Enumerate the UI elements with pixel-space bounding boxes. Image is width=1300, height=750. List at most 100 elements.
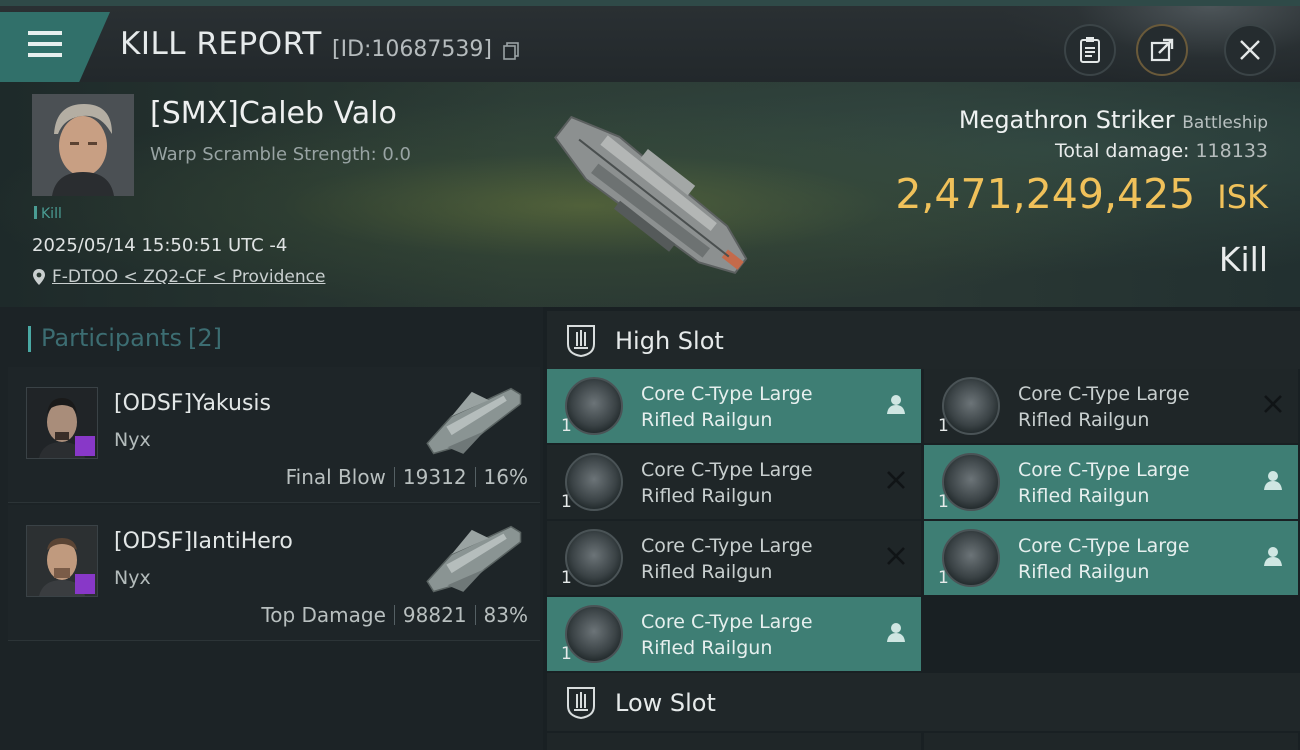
participant-avatar: [26, 525, 98, 597]
participant-role: Final Blow: [285, 465, 386, 489]
railgun-icon: [942, 529, 1000, 587]
module-quantity: 1: [561, 568, 572, 588]
module-name: Core C-Type Large Rifled Railgun: [1018, 457, 1190, 509]
participant-row[interactable]: [ODSF]Yakusis Nyx Final Blow 19312 16%: [8, 367, 540, 503]
participant-stats: Final Blow 19312 16%: [286, 465, 528, 489]
module-name-line2: Rifled Railgun: [1018, 561, 1150, 583]
share-button[interactable]: [1136, 24, 1188, 76]
module-quantity: 1: [561, 492, 572, 512]
module-name-line2: Rifled Railgun: [641, 637, 773, 659]
divider: [474, 605, 476, 625]
module-name: Core C-Type Large Rifled Railgun: [641, 381, 813, 433]
module-quantity: 1: [561, 416, 572, 436]
menu-button[interactable]: [0, 12, 110, 82]
module-name-line1: Core C-Type Large: [1018, 459, 1190, 481]
module-item[interactable]: 1 Core C-Type Large Rifled Railgun: [924, 445, 1298, 519]
copy-icon[interactable]: [503, 42, 519, 60]
kill-result: Kill: [1218, 240, 1268, 279]
page-title: KILL REPORT: [120, 26, 322, 62]
kill-datetime: 2025/05/14 15:50:51 UTC -4: [32, 235, 288, 256]
participant-row[interactable]: [ODSF]IantiHero Nyx Top Damage 98821 83%: [8, 505, 540, 641]
module-name: Core C-Type Large Rifled Railgun: [641, 533, 813, 585]
participant-ship: Nyx: [114, 429, 151, 451]
location-text[interactable]: F-DTOO < ZQ2-CF < Providence: [52, 267, 325, 287]
isk-value-row: 2,471,249,425 ISK: [895, 170, 1268, 218]
module-item[interactable]: 1 Core C-Type Large Rifled Railgun: [547, 597, 921, 671]
dropped-person-icon: [1264, 471, 1282, 490]
module-quantity: 1: [561, 644, 572, 664]
fitting-panel: High Slot 1 Core C-Type Large Rifled Rail…: [543, 307, 1300, 750]
location-pin-icon: [33, 269, 45, 285]
participant-percent: 16%: [483, 465, 528, 489]
participant-damage: 98821: [402, 603, 467, 627]
module-item[interactable]: 1 Core C-Type Large Rifled Railgun: [547, 521, 921, 595]
high-slot-icon: [567, 325, 595, 358]
module-name-line2: Rifled Railgun: [641, 561, 773, 583]
nyx-ship-icon: [426, 387, 522, 455]
location-link[interactable]: F-DTOO < ZQ2-CF < Providence: [32, 267, 325, 287]
divider: [393, 467, 395, 487]
kill-tag: Kill: [34, 206, 62, 222]
close-icon: [1240, 40, 1260, 60]
module-quantity: 1: [938, 416, 949, 436]
menu-icon-bar: [28, 42, 62, 46]
module-item[interactable]: 1 Core C-Type Large Rifled Railgun: [547, 445, 921, 519]
destroyed-x-icon: [1264, 395, 1282, 413]
victim-name[interactable]: [SMX]Caleb Valo: [150, 96, 397, 131]
module-name-line2: Rifled Railgun: [641, 485, 773, 507]
module-name-line2: Rifled Railgun: [641, 409, 773, 431]
module-name: Core C-Type Large Rifled Railgun: [1018, 381, 1190, 433]
module-name-line2: Rifled Railgun: [1018, 409, 1150, 431]
ship-name-text: Megathron Striker: [958, 106, 1175, 134]
module-item[interactable]: 1 Core C-Type Large Rifled Railgun: [547, 369, 921, 443]
participant-percent: 83%: [483, 603, 528, 627]
dropped-person-icon: [887, 395, 905, 414]
railgun-icon: [565, 453, 623, 511]
menu-icon: [28, 31, 62, 35]
high-slot-header: High Slot: [547, 311, 1300, 369]
participant-name[interactable]: [ODSF]Yakusis: [114, 391, 271, 416]
victim-banner: [SMX]Caleb Valo Warp Scramble Strength: …: [0, 82, 1300, 307]
low-slot-header: Low Slot: [547, 673, 1300, 731]
report-id: [ID:10687539]: [332, 37, 492, 62]
warp-scramble-strength: Warp Scramble Strength: 0.0: [150, 144, 412, 165]
module-item[interactable]: 1 Core C-Type Large Rifled Railgun: [924, 521, 1298, 595]
participant-ship: Nyx: [114, 567, 151, 589]
total-damage-label: Total damage:: [1055, 140, 1190, 162]
victim-portrait[interactable]: [32, 94, 134, 196]
participant-avatar: [26, 387, 98, 459]
alliance-badge-icon: [75, 574, 95, 594]
alliance-badge-icon: [75, 436, 95, 456]
railgun-icon: [942, 453, 1000, 511]
module-name-line1: Core C-Type Large: [641, 535, 813, 557]
dropped-person-icon: [1264, 547, 1282, 566]
railgun-icon: [565, 529, 623, 587]
module-item-partial[interactable]: [924, 733, 1298, 750]
nyx-ship-icon: [426, 525, 522, 593]
module-name-line1: Core C-Type Large: [1018, 383, 1190, 405]
participant-role: Top Damage: [261, 603, 386, 627]
participants-count: [2]: [187, 324, 222, 352]
module-name-line1: Core C-Type Large: [641, 611, 813, 633]
participants-header: Participants [2]: [28, 324, 222, 354]
module-name-line1: Core C-Type Large: [1018, 535, 1190, 557]
module-name: Core C-Type Large Rifled Railgun: [641, 609, 813, 661]
railgun-icon: [942, 377, 1000, 435]
module-quantity: 1: [938, 492, 949, 512]
close-button[interactable]: [1224, 24, 1276, 76]
victim-avatar: [32, 94, 134, 196]
divider: [474, 467, 476, 487]
high-slot-label: High Slot: [615, 327, 724, 355]
clipboard-button[interactable]: [1064, 24, 1116, 76]
isk-value: 2,471,249,425: [895, 170, 1196, 218]
megathron-ship-image: [554, 115, 748, 275]
destroyed-x-icon: [887, 547, 905, 565]
ship-name[interactable]: Megathron Striker Battleship: [959, 106, 1268, 134]
share-icon: [1150, 38, 1174, 62]
total-damage: Total damage: 118133: [1055, 140, 1268, 162]
module-name-line1: Core C-Type Large: [641, 459, 813, 481]
total-damage-value: 118133: [1195, 140, 1268, 162]
participant-name[interactable]: [ODSF]IantiHero: [114, 529, 293, 554]
module-item-partial[interactable]: [547, 733, 921, 750]
module-item[interactable]: 1 Core C-Type Large Rifled Railgun: [924, 369, 1298, 443]
